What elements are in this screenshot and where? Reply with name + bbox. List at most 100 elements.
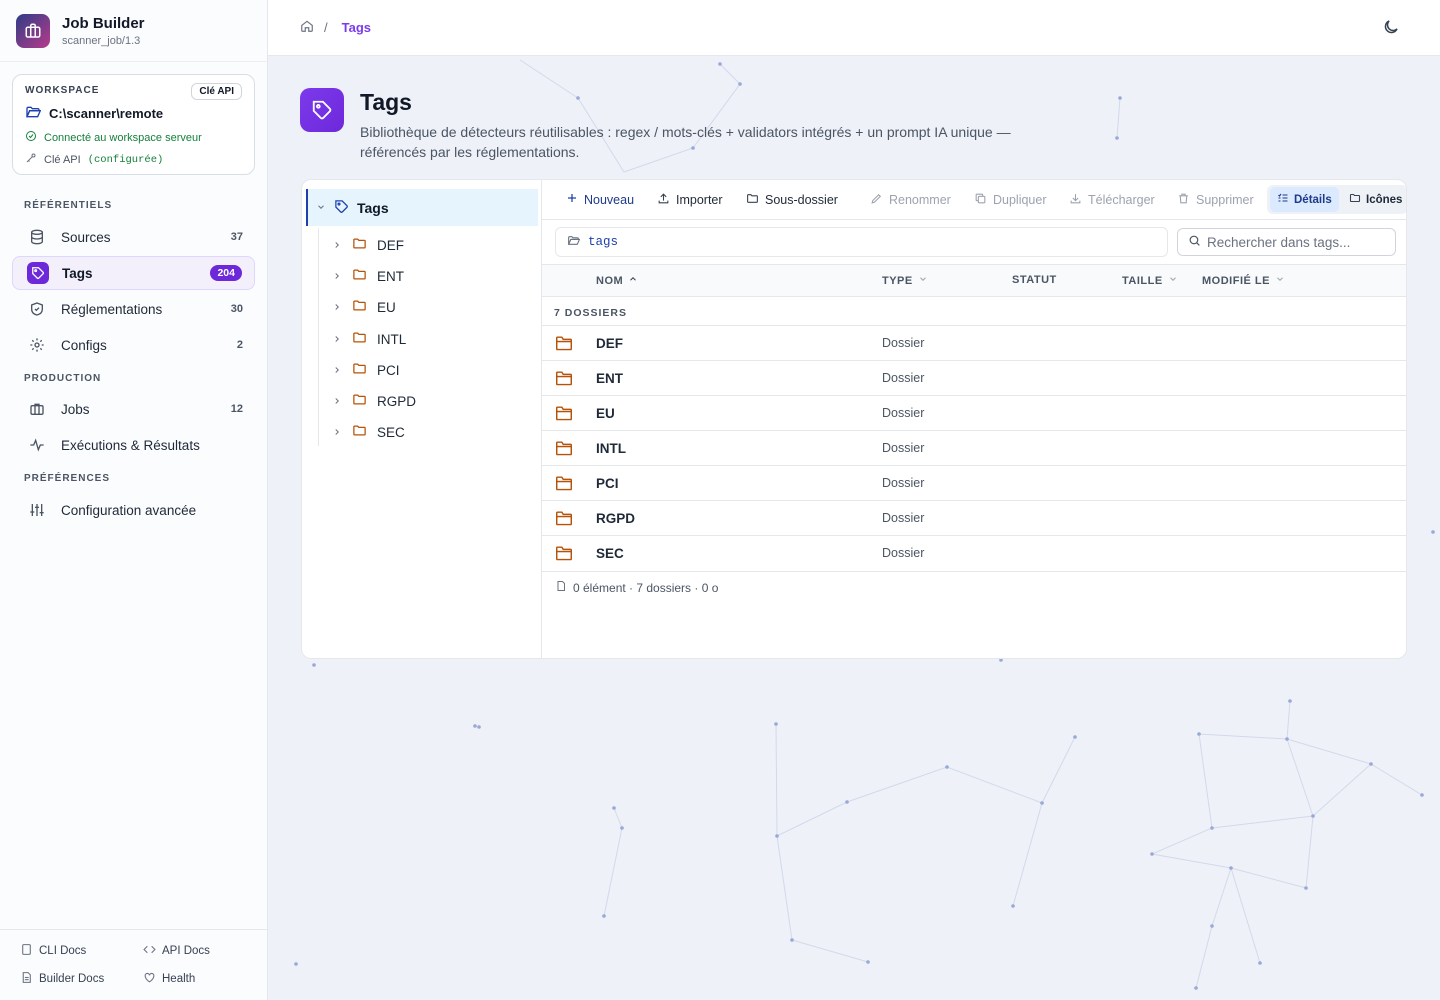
tree-node-def[interactable]: DEF bbox=[332, 233, 404, 257]
column-header-label: TAILLE bbox=[1122, 274, 1163, 287]
file-icon bbox=[20, 971, 33, 987]
tree-node-intl[interactable]: INTL bbox=[332, 327, 406, 351]
row-name: EU bbox=[596, 406, 615, 421]
file-icon bbox=[20, 943, 33, 959]
import-button[interactable]: Importer bbox=[657, 192, 723, 208]
chevron-right-icon[interactable] bbox=[332, 332, 342, 347]
check-circle-icon bbox=[25, 130, 37, 145]
tree-node-sec[interactable]: SEC bbox=[332, 420, 405, 444]
nav-label: Configuration avancée bbox=[61, 502, 197, 518]
group-label: 7 DOSSIERS bbox=[554, 307, 628, 319]
column-modified-header[interactable]: MODIFIÉ LE bbox=[1202, 274, 1285, 287]
column-status-header[interactable]: STATUT bbox=[1012, 274, 1057, 286]
chevron-right-icon[interactable] bbox=[332, 238, 342, 253]
row-type: Dossier bbox=[882, 371, 925, 385]
rename-button-label: Renommer bbox=[889, 193, 951, 207]
nav-item-tags[interactable]: Tags 204 bbox=[12, 256, 255, 290]
health-label: Health bbox=[162, 973, 196, 985]
column-size-header[interactable]: TAILLE bbox=[1122, 274, 1178, 287]
path-bar[interactable]: tags bbox=[555, 227, 1168, 257]
chevron-right-icon[interactable] bbox=[332, 363, 342, 378]
app-subtitle: scanner_job/1.3 bbox=[62, 34, 141, 47]
details-view-button[interactable]: Détails bbox=[1270, 187, 1339, 212]
chevron-right-icon[interactable] bbox=[332, 269, 342, 284]
chevron-right-icon[interactable] bbox=[332, 300, 342, 315]
row-name: PCI bbox=[596, 476, 619, 491]
row-type: Dossier bbox=[882, 476, 925, 490]
api-key-button[interactable]: Clé API bbox=[191, 83, 242, 100]
sidebar: Job Builder scanner_job/1.3 WORKSPACE Cl… bbox=[0, 0, 268, 1000]
table-row[interactable]: RGPD Dossier bbox=[542, 500, 1406, 535]
nav-item-sources[interactable]: Sources 37 bbox=[12, 220, 255, 254]
key-icon bbox=[25, 152, 37, 167]
duplicate-button[interactable]: Dupliquer bbox=[974, 192, 1047, 208]
api-docs-link[interactable]: API Docs bbox=[143, 943, 210, 959]
trash-icon bbox=[1177, 192, 1190, 208]
nav-label: Tags bbox=[62, 265, 93, 281]
folder-icon bbox=[555, 370, 573, 389]
chevron-down-icon bbox=[1168, 274, 1178, 287]
duplicate-button-label: Dupliquer bbox=[993, 193, 1047, 207]
cli-docs-link[interactable]: CLI Docs bbox=[20, 943, 86, 959]
moon-icon[interactable] bbox=[1382, 18, 1400, 39]
nav-item-reglementations[interactable]: Réglementations 30 bbox=[12, 292, 255, 326]
column-header-label: MODIFIÉ LE bbox=[1202, 274, 1270, 287]
row-name: ENT bbox=[596, 371, 623, 386]
folder-icon bbox=[352, 267, 367, 285]
table-row[interactable]: INTL Dossier bbox=[542, 430, 1406, 465]
folder-open-icon bbox=[567, 234, 581, 250]
column-name-header[interactable]: NOM bbox=[596, 274, 638, 287]
nav-label: Jobs bbox=[61, 401, 90, 417]
brand-header[interactable]: Job Builder scanner_job/1.3 bbox=[0, 0, 267, 62]
tree-node-pci[interactable]: PCI bbox=[332, 358, 400, 382]
nav-label: Configs bbox=[61, 337, 107, 353]
breadcrumb-separator: / bbox=[324, 20, 328, 35]
subfolder-button[interactable]: Sous-dossier bbox=[746, 192, 838, 208]
chevron-right-icon[interactable] bbox=[332, 394, 342, 409]
tag-icon bbox=[334, 199, 349, 217]
health-link[interactable]: Health bbox=[143, 971, 195, 987]
shield-icon bbox=[26, 301, 48, 317]
search-box bbox=[1177, 228, 1396, 256]
workspace-path[interactable]: C:\scanner\remote bbox=[25, 104, 242, 123]
chevron-right-icon[interactable] bbox=[332, 425, 342, 440]
table-row[interactable]: EU Dossier bbox=[542, 395, 1406, 430]
builder-docs-link[interactable]: Builder Docs bbox=[20, 971, 104, 987]
file-list-area: Nouveau Importer Sous-dossier Renommer D… bbox=[542, 180, 1406, 658]
nav-item-configs[interactable]: Configs 2 bbox=[12, 328, 255, 362]
workspace-card: WORKSPACE Clé API C:\scanner\remote Conn… bbox=[12, 74, 255, 175]
path-text: tags bbox=[588, 235, 619, 249]
plus-icon bbox=[566, 192, 578, 207]
column-header-label: TYPE bbox=[882, 274, 913, 287]
nav-item-executions[interactable]: Exécutions & Résultats bbox=[12, 428, 255, 462]
column-type-header[interactable]: TYPE bbox=[882, 274, 928, 287]
copy-icon bbox=[974, 192, 987, 208]
home-icon[interactable] bbox=[300, 19, 314, 36]
tree-node-eu[interactable]: EU bbox=[332, 295, 396, 319]
chevron-down-icon bbox=[1275, 274, 1285, 287]
folder-icon bbox=[555, 440, 573, 459]
download-button[interactable]: Télécharger bbox=[1069, 192, 1155, 208]
chevron-down-icon[interactable] bbox=[316, 200, 326, 215]
pencil-icon bbox=[870, 192, 883, 208]
rename-button[interactable]: Renommer bbox=[870, 192, 951, 208]
table-row[interactable]: PCI Dossier bbox=[542, 465, 1406, 500]
nav-item-advanced-config[interactable]: Configuration avancée bbox=[12, 493, 255, 527]
breadcrumb-current[interactable]: Tags bbox=[342, 20, 371, 35]
tree-node-rgpd[interactable]: RGPD bbox=[332, 389, 416, 413]
tree-root-tags[interactable]: Tags bbox=[306, 189, 538, 226]
nav-item-jobs[interactable]: Jobs 12 bbox=[12, 392, 255, 426]
folder-icon bbox=[352, 392, 367, 410]
delete-button[interactable]: Supprimer bbox=[1177, 192, 1254, 208]
search-input[interactable] bbox=[1207, 234, 1387, 250]
row-name: INTL bbox=[596, 441, 626, 456]
row-name: DEF bbox=[596, 336, 623, 351]
new-button[interactable]: Nouveau bbox=[566, 192, 634, 207]
table-row[interactable]: SEC Dossier bbox=[542, 535, 1406, 570]
tree-node-ent[interactable]: ENT bbox=[332, 264, 404, 288]
download-icon bbox=[1069, 192, 1082, 208]
table-row[interactable]: DEF Dossier bbox=[542, 325, 1406, 360]
icons-view-button[interactable]: Icônes bbox=[1342, 187, 1406, 212]
chevron-up-icon bbox=[628, 274, 638, 287]
table-row[interactable]: ENT Dossier bbox=[542, 360, 1406, 395]
